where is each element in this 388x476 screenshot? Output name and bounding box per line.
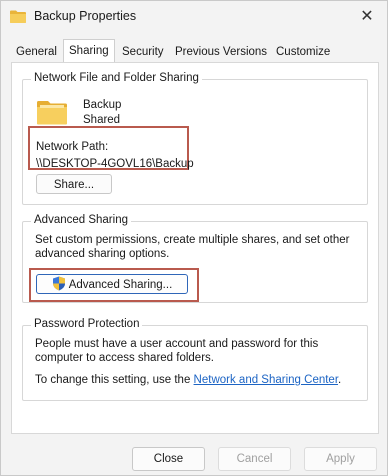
advanced-sharing-description: Set custom permissions, create multiple … — [35, 234, 350, 260]
change-setting-suffix: . — [338, 374, 342, 386]
sharing-panel: Network File and Folder Sharing Backup S… — [11, 62, 379, 434]
tab-general[interactable]: General — [11, 42, 62, 62]
network-path-value: \\DESKTOP-4GOVL16\Backup — [36, 158, 194, 170]
shared-folder-icon — [37, 101, 67, 125]
folder-name: Backup — [83, 99, 122, 111]
cancel-button[interactable]: Cancel — [218, 447, 291, 471]
group-label: Password Protection — [31, 318, 143, 330]
close-icon[interactable]: ✕ — [355, 5, 379, 29]
tab-customize[interactable]: Customize — [271, 42, 335, 62]
properties-window: Backup Properties ✕ General Sharing Secu… — [0, 0, 388, 476]
window-title: Backup Properties — [34, 9, 137, 23]
change-setting-text: To change this setting, use the Network … — [35, 374, 365, 386]
sharing-status: Shared — [83, 114, 121, 126]
password-protection-group: Password Protection People must have a u… — [22, 318, 368, 401]
password-protection-description: People must have a user account and pass… — [35, 338, 319, 364]
network-path-label: Network Path: — [36, 141, 109, 153]
tab-previous-versions[interactable]: Previous Versions — [170, 42, 272, 62]
advanced-sharing-button-label: Advanced Sharing... — [68, 279, 173, 291]
close-button[interactable]: Close — [132, 447, 205, 471]
advanced-sharing-group: Advanced Sharing Set custom permissions,… — [22, 214, 368, 303]
network-sharing-center-link[interactable]: Network and Sharing Center — [194, 374, 338, 386]
uac-shield-icon — [52, 276, 65, 291]
tab-sharing[interactable]: Sharing — [63, 39, 115, 64]
change-setting-prefix: To change this setting, use the — [35, 374, 194, 386]
tab-security[interactable]: Security — [117, 42, 169, 62]
title-bar: Backup Properties ✕ — [1, 1, 387, 33]
apply-button[interactable]: Apply — [304, 447, 377, 471]
network-sharing-group: Network File and Folder Sharing Backup S… — [22, 72, 368, 205]
advanced-sharing-button[interactable]: Advanced Sharing... — [36, 274, 188, 294]
share-button[interactable]: Share... — [36, 174, 112, 194]
folder-icon — [10, 10, 26, 23]
group-label: Advanced Sharing — [31, 214, 131, 226]
group-label: Network File and Folder Sharing — [31, 72, 202, 84]
